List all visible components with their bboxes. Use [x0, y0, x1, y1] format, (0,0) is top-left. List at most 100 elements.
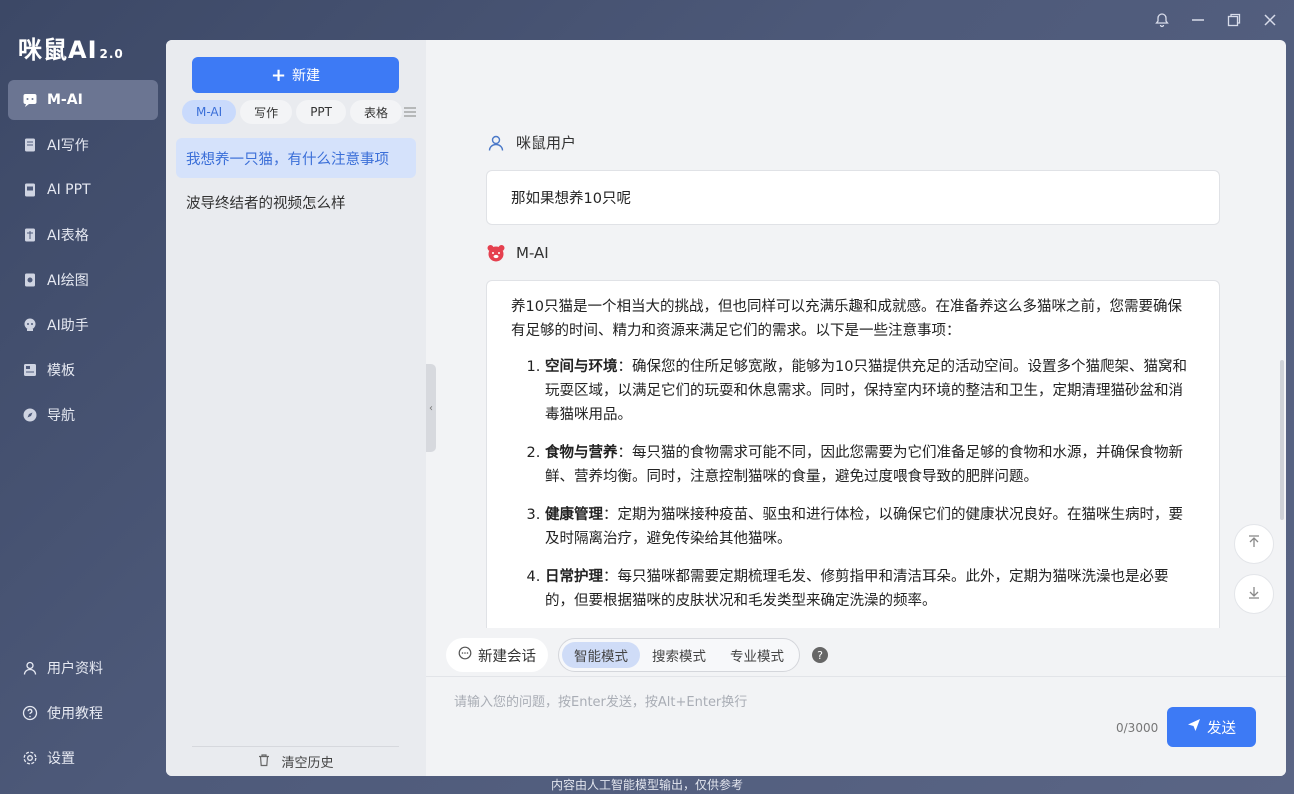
- nav-item-ai-writing[interactable]: AI写作: [8, 125, 158, 165]
- nav-item-m-ai[interactable]: M-AI: [8, 80, 158, 120]
- nav-item-ai-assistant[interactable]: AI助手: [8, 305, 158, 345]
- char-counter: 0/3000: [1116, 721, 1159, 735]
- plus-icon: +: [270, 64, 287, 86]
- nav-label: 模板: [47, 363, 75, 379]
- arrow-up-icon: [1246, 534, 1262, 554]
- tab-table[interactable]: 表格: [350, 100, 403, 124]
- tab-ppt[interactable]: PPT: [296, 100, 346, 124]
- chat-scrollbar[interactable]: [1280, 360, 1284, 520]
- tab-m-ai[interactable]: M-AI: [182, 100, 237, 124]
- clear-history-button[interactable]: 清空历史: [192, 746, 399, 776]
- restore-icon[interactable]: [1224, 10, 1244, 30]
- user-icon: [22, 660, 38, 676]
- mode-pro[interactable]: 专业模式: [718, 642, 796, 668]
- mode-switch: 智能模式 搜索模式 专业模式: [558, 638, 800, 672]
- ai-point-text: ：每只猫咪都需要定期梳理毛发、修剪指甲和清洁耳朵。此外，定期为猫咪洗澡也是必要的…: [545, 569, 1169, 609]
- send-icon: [1187, 718, 1201, 736]
- table-icon: [22, 227, 38, 243]
- ai-point-title: 健康管理: [545, 507, 603, 523]
- presentation-icon: [22, 182, 38, 198]
- chat-area: 咪鼠用户 那如果想养10只呢 M-AI 养10只猫是一个相当大的挑战，但也同样可…: [426, 40, 1286, 628]
- scroll-top-button[interactable]: [1234, 524, 1274, 564]
- nav-label: AI绘图: [47, 273, 89, 289]
- new-button-label: 新建: [292, 68, 321, 84]
- arrow-down-icon: [1246, 584, 1262, 604]
- gear-icon: [22, 750, 38, 766]
- ai-point: 健康管理：定期为猫咪接种疫苗、驱虫和进行体检，以确保它们的健康状况良好。在猫咪生…: [545, 503, 1195, 551]
- ai-points: 空间与环境：确保您的住所足够宽敞，能够为10只猫提供充足的活动空间。设置多个猫爬…: [511, 355, 1195, 613]
- ai-point-title: 日常护理: [545, 569, 603, 585]
- disclaimer-note: 内容由人工智能模型输出，仅供参考: [550, 778, 743, 792]
- send-button[interactable]: 发送: [1167, 707, 1256, 747]
- minimize-icon[interactable]: [1188, 10, 1208, 30]
- user-name: 咪鼠用户: [516, 134, 577, 152]
- nav-label: 用户资料: [47, 661, 103, 677]
- nav-item-ai-ppt[interactable]: AI PPT: [8, 170, 158, 210]
- nav-label: AI写作: [47, 138, 89, 154]
- message-input[interactable]: [454, 691, 1094, 721]
- help-icon: [22, 705, 38, 721]
- ai-point-text: ：每只猫的食物需求可能不同，因此您需要为它们准备足够的食物和水源，并确保食物新鲜…: [545, 445, 1183, 485]
- ai-point: 空间与环境：确保您的住所足够宽敞，能够为10只猫提供充足的活动空间。设置多个猫爬…: [545, 355, 1195, 427]
- history-item[interactable]: 我想养一只猫，有什么注意事项: [176, 138, 416, 178]
- nav-label: 使用教程: [47, 706, 103, 722]
- main-nav: M-AI AI写作 AI PPT AI表格 AI绘图 AI助手 模板 导航: [8, 80, 158, 440]
- user-icon: [486, 133, 506, 153]
- clear-history-label: 清空历史: [281, 756, 334, 771]
- menu-icon[interactable]: [402, 104, 418, 120]
- ai-intro: 养10只猫是一个相当大的挑战，但也同样可以充满乐趣和成就感。在准备养这么多猫咪之…: [511, 299, 1182, 339]
- template-icon: [22, 362, 38, 378]
- chat-toolbar: 新建会话 智能模式 搜索模式 专业模式 ?: [446, 638, 828, 672]
- nav-item-navigation[interactable]: 导航: [8, 395, 158, 435]
- ai-point: 食物与营养：每只猫的食物需求可能不同，因此您需要为它们准备足够的食物和水源，并确…: [545, 441, 1195, 489]
- assistant-icon: [22, 317, 38, 333]
- scroll-bottom-button[interactable]: [1234, 574, 1274, 614]
- nav-item-settings[interactable]: 设置: [8, 738, 158, 778]
- compass-icon: [22, 407, 38, 423]
- category-tabs: M-AI 写作 PPT 表格: [182, 100, 403, 124]
- logo-version: 2.0: [99, 47, 124, 61]
- nav-bottom: 用户资料 使用教程 设置: [8, 648, 158, 783]
- history-list: 我想养一只猫，有什么注意事项 波导终结者的视频怎么样: [176, 138, 416, 222]
- input-area: 0/3000 发送: [426, 676, 1286, 776]
- logo-text: 咪鼠AI: [18, 36, 98, 64]
- send-label: 发送: [1207, 720, 1236, 737]
- new-chat-label: 新建会话: [478, 648, 536, 665]
- nav-label: AI助手: [47, 318, 89, 334]
- ai-sender: M-AI: [486, 243, 549, 263]
- mode-search[interactable]: 搜索模式: [640, 642, 718, 668]
- nav-item-ai-table[interactable]: AI表格: [8, 215, 158, 255]
- new-button[interactable]: + 新建: [192, 57, 399, 93]
- window-controls: [1152, 10, 1280, 30]
- main-panel: + 新建 M-AI 写作 PPT 表格 我想养一只猫，有什么注意事项 波导终结者…: [166, 40, 1286, 776]
- history-panel: + 新建 M-AI 写作 PPT 表格 我想养一只猫，有什么注意事项 波导终结者…: [166, 40, 426, 776]
- paint-icon: [22, 272, 38, 288]
- mode-smart[interactable]: 智能模式: [562, 642, 640, 668]
- nav-item-tutorial[interactable]: 使用教程: [8, 693, 158, 733]
- bear-avatar-icon: [486, 243, 506, 263]
- nav-item-template[interactable]: 模板: [8, 350, 158, 390]
- ai-message: 养10只猫是一个相当大的挑战，但也同样可以充满乐趣和成就感。在准备养这么多猫咪之…: [486, 280, 1220, 628]
- chat-bubble-icon: [458, 646, 472, 664]
- nav-item-user-profile[interactable]: 用户资料: [8, 648, 158, 688]
- bell-icon[interactable]: [1152, 10, 1172, 30]
- ai-point-title: 食物与营养: [545, 445, 618, 461]
- app-logo: 咪鼠AI 2.0: [18, 30, 124, 65]
- history-item[interactable]: 波导终结者的视频怎么样: [176, 182, 416, 222]
- nav-label: AI表格: [47, 228, 89, 244]
- ai-point-text: ：确保您的住所足够宽敞，能够为10只猫提供充足的活动空间。设置多个猫爬架、猫窝和…: [545, 359, 1187, 423]
- close-icon[interactable]: [1260, 10, 1280, 30]
- new-chat-button[interactable]: 新建会话: [446, 638, 548, 672]
- ai-name: M-AI: [516, 244, 549, 262]
- tab-writing[interactable]: 写作: [240, 100, 293, 124]
- user-message-text: 那如果想养10只呢: [511, 191, 631, 207]
- ai-point-title: 空间与环境: [545, 359, 618, 375]
- user-message: 那如果想养10只呢: [486, 170, 1220, 225]
- document-icon: [22, 137, 38, 153]
- help-icon[interactable]: ?: [812, 647, 828, 663]
- ai-point: 日常护理：每只猫咪都需要定期梳理毛发、修剪指甲和清洁耳朵。此外，定期为猫咪洗澡也…: [545, 565, 1195, 613]
- nav-item-ai-paint[interactable]: AI绘图: [8, 260, 158, 300]
- chat-icon: [22, 92, 38, 108]
- nav-label: AI PPT: [47, 182, 91, 198]
- user-sender: 咪鼠用户: [486, 132, 576, 153]
